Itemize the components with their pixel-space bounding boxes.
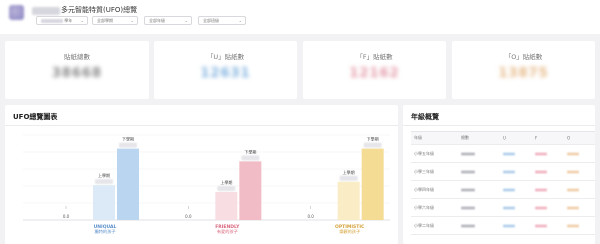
table-row[interactable]: 小學四年級 [411, 181, 595, 199]
table-row[interactable]: 小學三年級 [411, 163, 595, 181]
stat-card-total: 貼紙總數 38668 [5, 41, 149, 99]
stat-value: 38668 [51, 66, 103, 81]
column-header-grade: 年級 [414, 135, 422, 140]
grade-cell: 小學三年級 [414, 168, 434, 174]
semester-select[interactable]: 全部學期 ⌄ [92, 16, 138, 25]
stat-card-f: 「F」貼紙數 12162 [303, 41, 446, 99]
table-row[interactable]: 小學五年級 [411, 145, 595, 163]
bar-series-label: 上學期 [220, 179, 232, 185]
zero-data-label: 0.0 [63, 214, 70, 219]
column-header-u: U [503, 135, 506, 141]
top-bar: 多元智能特質(UFO)總覽 學年 ⌄ 全部學期 ⌄ 全部年級 ⌄ 全部班級 ⌄ [0, 0, 600, 34]
ufo-chart-panel: UFO總覽圖表 0.0 上學期 下學期 UNIQUAL 獨特的孩子 0.0 上學期 下學期 FR… [5, 105, 398, 244]
grade-select-label: 全部年級 [149, 18, 165, 23]
bar-series-label: 上學期 [343, 169, 355, 175]
grade-cell: 小學五年級 [414, 150, 434, 156]
divider [403, 125, 595, 126]
bar [93, 185, 115, 220]
grade-overview-panel: 年級概覽 年級 總數 U F O 小學五年級 小學三年級 小學四年級 小學六年級… [403, 105, 595, 244]
bar [337, 181, 360, 220]
stat-label: 貼紙總數 [64, 53, 90, 61]
bar [239, 161, 262, 220]
bar-series-label: 下學期 [122, 136, 134, 142]
chevron-down-icon: ⌄ [130, 18, 134, 23]
column-header-f: F [535, 135, 538, 141]
stat-card-u: 「U」貼紙數 12631 [154, 41, 297, 99]
stat-label: 「U」貼紙數 [206, 53, 245, 61]
chevron-down-icon: ⌄ [184, 18, 188, 23]
chevron-down-icon: ⌄ [238, 18, 242, 23]
school-name-redacted [32, 7, 60, 15]
bar-value-redacted [217, 185, 236, 191]
table-header-row: 年級 總數 U F O [411, 132, 595, 145]
category-label-zh: 有愛的孩子 [217, 228, 238, 235]
bar-value-redacted [95, 179, 113, 185]
page-title: 多元智能特質(UFO)總覽 [61, 6, 138, 14]
zero-data-label: 0.0 [307, 214, 314, 219]
school-logo-icon [9, 5, 24, 20]
category-label-zh: 獨特的孩子 [95, 228, 116, 235]
grade-select[interactable]: 全部年級 ⌄ [144, 16, 192, 25]
chevron-down-icon: ⌄ [80, 18, 84, 23]
school-year-label: 學年 [64, 18, 73, 23]
table-row[interactable]: 小學二年級 [411, 217, 595, 235]
column-header-o: O [567, 135, 571, 141]
grade-overview-title: 年級概覽 [411, 113, 439, 121]
grade-table: 年級 總數 U F O 小學五年級 小學三年級 小學四年級 小學六年級 小學二年… [411, 131, 595, 235]
stat-label: 「F」貼紙數 [356, 53, 393, 61]
bar-value-redacted [339, 175, 358, 181]
school-year-redacted [41, 19, 63, 23]
bar-value-redacted [363, 142, 382, 148]
stat-card-o: 「O」貼紙數 13875 [452, 41, 595, 99]
grade-cell: 小學二年級 [414, 222, 434, 228]
semester-select-label: 全部學期 [97, 18, 113, 23]
category-label-zh: 樂觀的孩子 [339, 228, 360, 235]
bar-series-label: 下學期 [244, 148, 256, 154]
stat-value: 13875 [498, 66, 549, 81]
ufo-bar-chart: 0.0上學期下學期UNIQUAL獨特的孩子0.0上學期下學期FRIENDLY有愛… [23, 134, 390, 235]
stat-value: 12162 [349, 66, 400, 81]
table-row[interactable]: 小學六年級 [411, 199, 595, 217]
bar-series-label: 上學期 [98, 172, 110, 178]
class-select[interactable]: 全部班級 ⌄ [198, 16, 246, 25]
bar [117, 148, 139, 220]
bar-series-label: 下學期 [367, 136, 379, 142]
zero-data-label: 0.0 [185, 214, 192, 219]
bar-value-redacted [119, 142, 137, 148]
bar [361, 148, 384, 220]
column-header-total: 總數 [461, 135, 469, 140]
grade-cell: 小學四年級 [414, 186, 434, 192]
stat-label: 「O」貼紙數 [504, 53, 543, 61]
bar [215, 191, 238, 220]
bar-value-redacted [241, 155, 260, 161]
school-year-select[interactable]: 學年 ⌄ [36, 16, 88, 25]
class-select-label: 全部班級 [203, 18, 219, 23]
stat-value: 12631 [200, 66, 251, 81]
grade-cell: 小學六年級 [414, 204, 434, 210]
